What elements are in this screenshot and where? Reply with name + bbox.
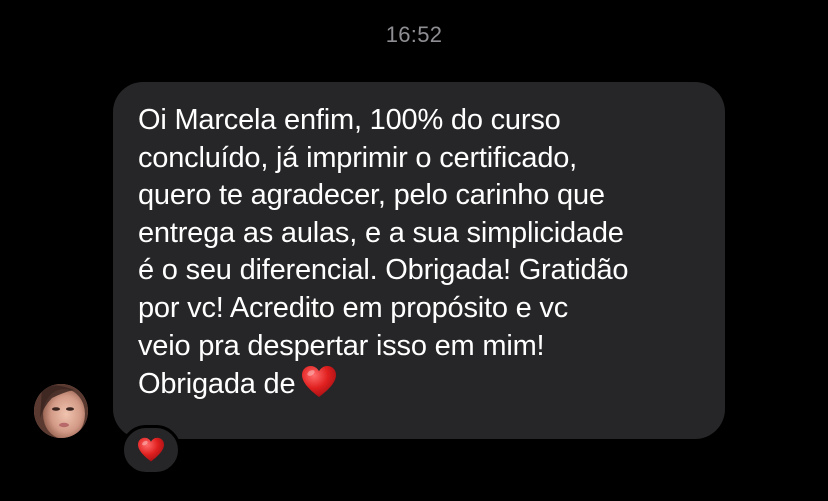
message-text: Oi Marcela enfim, 100% do curso concluíd… [138,102,705,404]
message-line: quero te agradecer, pelo carinho que [138,179,605,212]
message-timestamp: 16:52 [385,22,443,47]
sender-avatar[interactable] [34,384,88,438]
message-line: por vc! Acredito em propósito e vc [138,291,569,324]
profile-photo [34,384,88,438]
red-heart-icon [302,366,337,398]
message-line: é o seu diferencial. Obrigada! Gratidão [138,254,629,287]
message-line: Obrigada de [138,368,296,401]
message-line: entrega as aulas, e a sua simplicidade [138,216,624,249]
message-line: concluído, já imprimir o certificado, [138,141,578,174]
message-line: Oi Marcela enfim, 100% do curso [138,104,561,136]
red-heart-icon [138,437,164,462]
chat-screen: 16:52 Oi Marcela enfim, 100% do curso co… [0,0,828,501]
incoming-message-bubble[interactable]: Oi Marcela enfim, 100% do curso concluíd… [113,82,725,439]
message-reaction[interactable] [121,425,181,475]
message-line: veio pra despertar isso em mim! [138,329,545,362]
